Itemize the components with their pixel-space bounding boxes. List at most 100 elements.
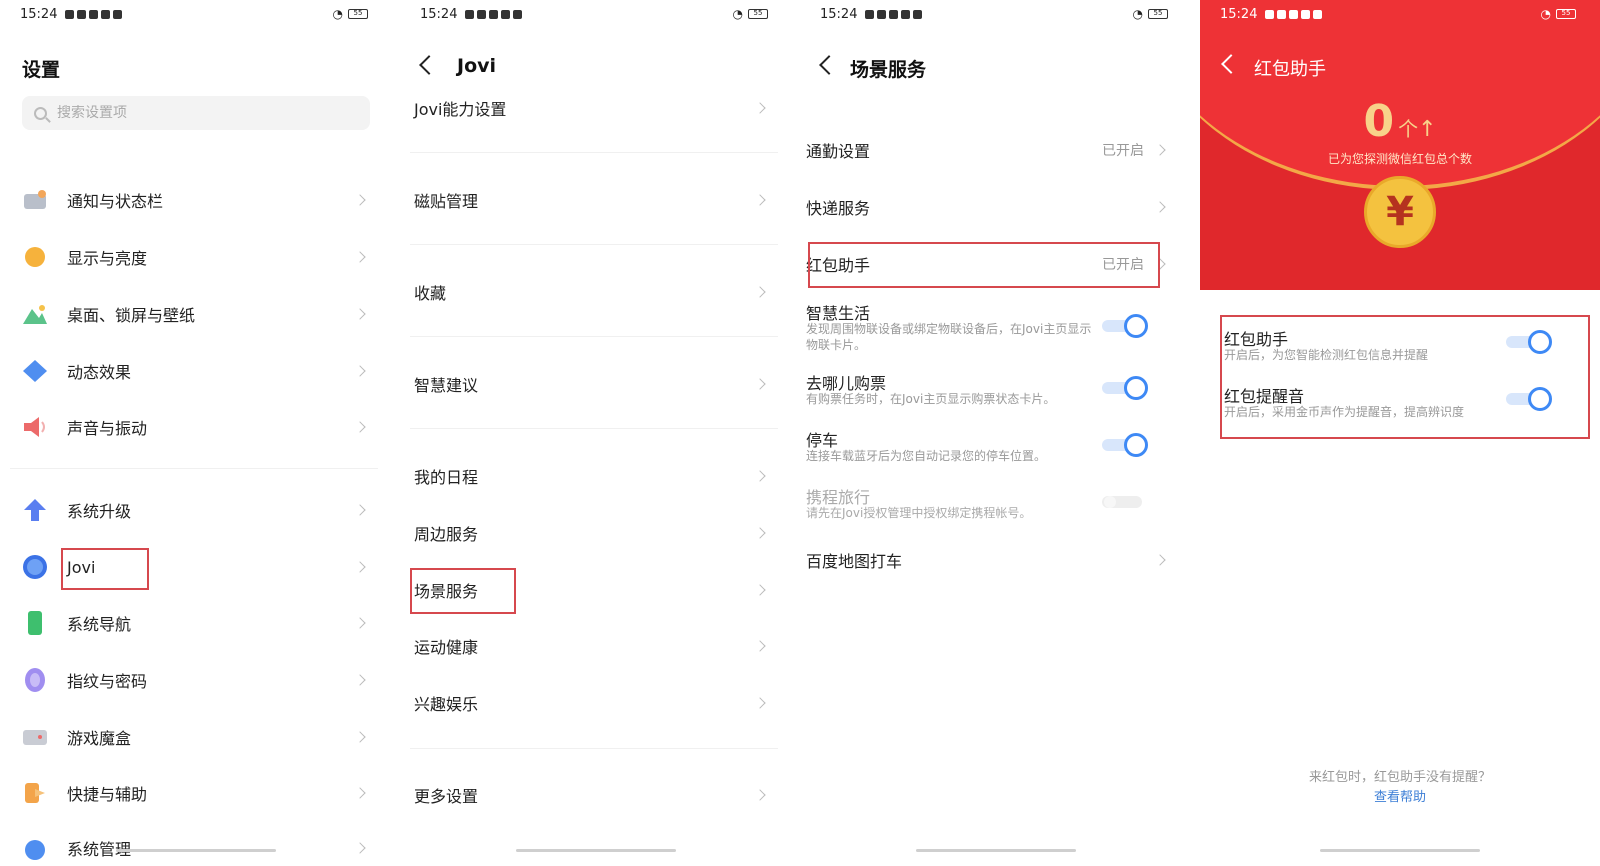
settings-item-label: 系统管理 <box>67 840 132 859</box>
jovi-item-label: 我的日程 <box>414 468 479 487</box>
redpacket-header: 15:24 ◔ 55 红包助手 0 个↑ 已为您探测微信红包总个数 ¥ <box>1200 0 1600 290</box>
jovi-item-capability[interactable]: Jovi能力设置 <box>400 86 792 130</box>
jovi-item-label: 周边服务 <box>414 525 479 544</box>
highlight-box <box>808 242 1160 288</box>
settings-item-navigation[interactable]: 系统导航 <box>0 601 392 645</box>
toggle-description: 有购票任务时，在Jovi主页显示购票状态卡片。 <box>806 392 1056 406</box>
battery-icon: 55 <box>348 9 368 19</box>
battery-icon: 55 <box>1556 9 1576 19</box>
settings-item-shortcut[interactable]: 快捷与辅助 <box>0 771 392 815</box>
scene-item-label: 通勤设置 <box>806 142 871 161</box>
status-time: 15:24 <box>20 7 58 22</box>
effects-icon <box>22 358 48 384</box>
jovi-item-label: Jovi能力设置 <box>414 100 507 119</box>
settings-item-upgrade[interactable]: 系统升级 <box>0 488 392 532</box>
chevron-right-icon <box>1154 201 1166 213</box>
help-link[interactable]: 查看帮助 <box>1200 786 1600 805</box>
settings-item-effects[interactable]: 动态效果 <box>0 349 392 393</box>
settings-item-system[interactable]: 系统管理 <box>0 826 392 866</box>
scene-item-label: 百度地图打车 <box>806 552 903 571</box>
battery-icon: 55 <box>748 9 768 19</box>
settings-item-sound[interactable]: 声音与振动 <box>0 405 392 449</box>
speaker-icon <box>22 414 48 440</box>
chevron-right-icon <box>354 617 366 629</box>
page-title: 场景服务 <box>850 59 927 81</box>
count-description: 已为您探测微信红包总个数 <box>1327 152 1472 166</box>
home-indicator[interactable] <box>916 849 1076 852</box>
settings-item-display[interactable]: 显示与亮度 <box>0 235 392 279</box>
wallpaper-icon <box>22 301 48 327</box>
chevron-right-icon <box>354 842 366 854</box>
notification-icons <box>465 10 523 19</box>
fingerprint-icon <box>22 667 48 693</box>
qunar-toggle[interactable] <box>1102 376 1148 400</box>
settings-item-fingerprint[interactable]: 指纹与密码 <box>0 658 392 702</box>
highlight-box <box>1220 315 1590 439</box>
navigation-icon <box>22 610 48 636</box>
divider <box>410 336 778 337</box>
jovi-item-entertainment[interactable]: 兴趣娱乐 <box>400 681 792 725</box>
scene-toggle-smart-life: 智慧生活 发现周围物联设备或绑定物联设备后，在Jovi主页显示物联卡片。 <box>800 300 1192 356</box>
highlight-box <box>61 548 149 590</box>
redpacket-screen: 15:24 ◔ 55 红包助手 0 个↑ 已为您探测微信红包总个数 ¥ 红包助手 开… <box>1200 0 1600 866</box>
chevron-right-icon <box>354 251 366 263</box>
home-indicator[interactable] <box>1320 849 1480 852</box>
jovi-item-more[interactable]: 更多设置 <box>400 773 792 817</box>
chevron-right-icon <box>1154 554 1166 566</box>
gamebox-icon <box>22 724 48 750</box>
chevron-right-icon <box>354 731 366 743</box>
jovi-item-schedule[interactable]: 我的日程 <box>400 454 792 498</box>
home-indicator[interactable] <box>116 849 276 852</box>
toggle-description: 发现周围物联设备或绑定物联设备后，在Jovi主页显示物联卡片。 <box>806 322 1092 352</box>
settings-item-label: 游戏魔盒 <box>67 729 132 748</box>
settings-item-jovi[interactable]: Jovi <box>0 545 392 589</box>
wifi-icon: ◔ <box>1132 7 1143 21</box>
back-arrow-icon[interactable] <box>819 55 839 75</box>
jovi-item-health[interactable]: 运动健康 <box>400 624 792 668</box>
jovi-item-nearby[interactable]: 周边服务 <box>400 511 792 555</box>
chevron-right-icon <box>754 378 766 390</box>
status-bar: 15:24 ◔ 55 <box>1220 4 1576 28</box>
search-icon <box>34 106 47 120</box>
jovi-screen: 15:24 ◔ 55 Jovi Jovi能力设置 磁贴管理 收藏 智慧建议 我的日… <box>400 0 792 866</box>
settings-item-notification[interactable]: 通知与状态栏 <box>0 178 392 222</box>
notification-icons <box>865 10 923 19</box>
search-input[interactable] <box>57 105 347 121</box>
scene-item-commute[interactable]: 通勤设置 已开启 <box>800 128 1192 172</box>
scene-item-baidu-taxi[interactable]: 百度地图打车 <box>800 538 1192 582</box>
toggle-description: 请先在Jovi授权管理中授权绑定携程帐号。 <box>806 506 1032 520</box>
divider <box>410 748 778 749</box>
wifi-icon: ◔ <box>1540 7 1551 21</box>
status-time: 15:24 <box>1220 7 1258 22</box>
chevron-right-icon <box>754 102 766 114</box>
search-bar[interactable] <box>22 96 370 130</box>
scene-toggle-parking: 停车 连接车载蓝牙后为您自动记录您的停车位置。 <box>800 427 1192 483</box>
jovi-icon <box>22 554 48 580</box>
settings-item-wallpaper[interactable]: 桌面、锁屏与壁纸 <box>0 292 392 336</box>
status-time: 15:24 <box>820 7 858 22</box>
toggle-description: 连接车载蓝牙后为您自动记录您的停车位置。 <box>806 449 1047 463</box>
brightness-icon <box>22 244 48 270</box>
chevron-right-icon <box>354 504 366 516</box>
jovi-item-suggestions[interactable]: 智慧建议 <box>400 362 792 406</box>
smart-life-toggle[interactable] <box>1102 314 1148 338</box>
jovi-item-favorites[interactable]: 收藏 <box>400 270 792 314</box>
jovi-item-tiles[interactable]: 磁贴管理 <box>400 178 792 222</box>
divider <box>410 428 778 429</box>
chevron-right-icon <box>754 697 766 709</box>
jovi-item-label: 更多设置 <box>414 787 479 806</box>
count-unit: 个 <box>1398 117 1419 141</box>
scene-item-express[interactable]: 快递服务 <box>800 185 1192 229</box>
ctrip-toggle[interactable] <box>1102 490 1148 514</box>
home-indicator[interactable] <box>516 849 676 852</box>
parking-toggle[interactable] <box>1102 433 1148 457</box>
chevron-right-icon <box>354 365 366 377</box>
wifi-icon: ◔ <box>332 7 343 21</box>
settings-item-gamebox[interactable]: 游戏魔盒 <box>0 715 392 759</box>
settings-item-label: 桌面、锁屏与壁纸 <box>67 306 196 325</box>
status-bar: 15:24 ◔ 55 <box>820 4 1168 28</box>
shortcut-icon <box>22 780 48 806</box>
page-title: 设置 <box>22 59 61 81</box>
back-arrow-icon[interactable] <box>419 55 439 75</box>
chevron-right-icon <box>354 787 366 799</box>
